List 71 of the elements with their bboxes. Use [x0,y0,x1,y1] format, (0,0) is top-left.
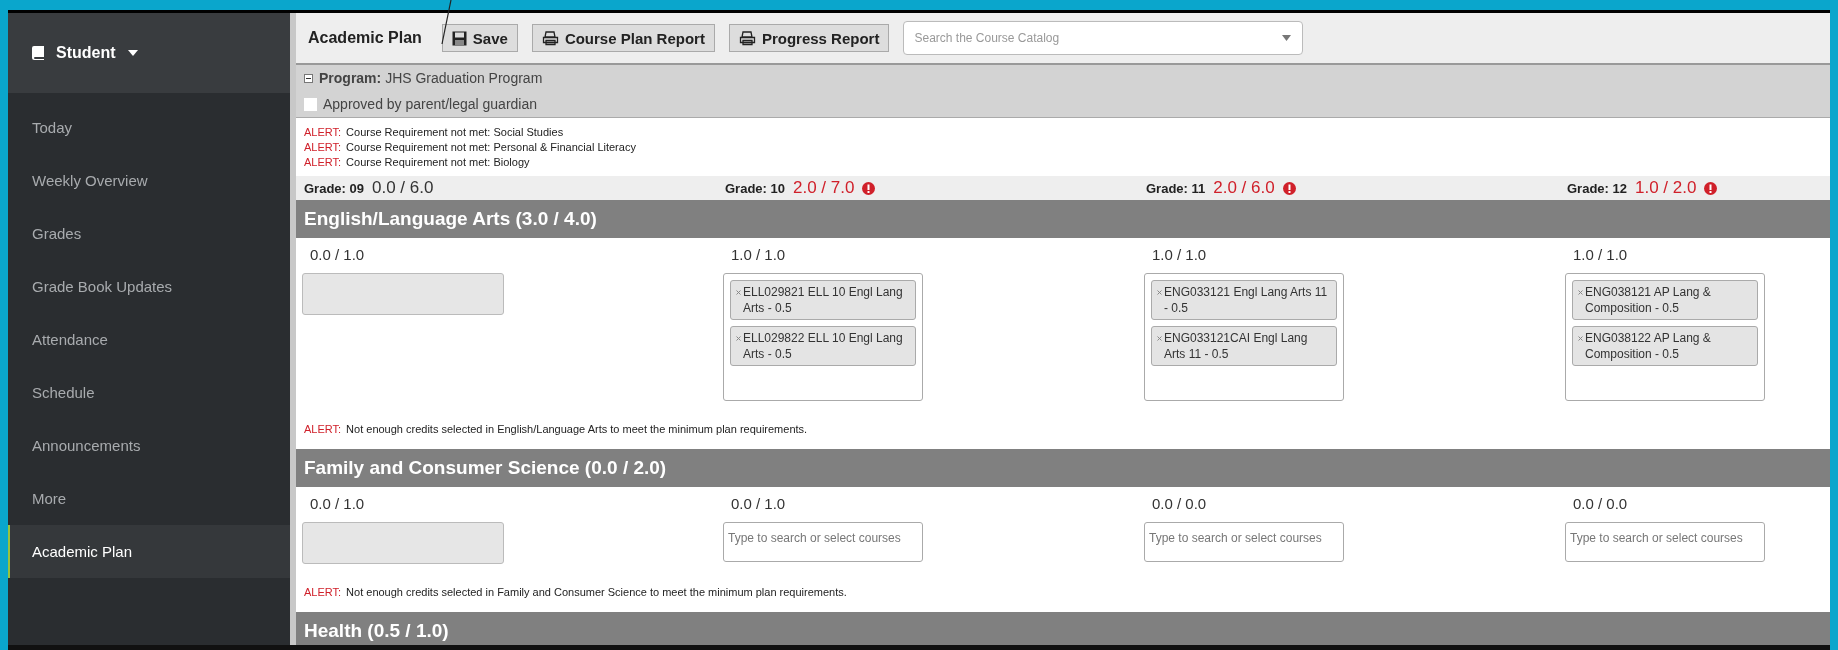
report-button[interactable]: Progress Report [728,24,890,52]
grade-label: Grade: 12 [1567,180,1627,196]
remove-icon[interactable] [736,336,741,341]
course-select-field[interactable]: ENG038121 AP Lang & Composition - 0.5 ENG038122 AP Lang & Composition - 0.5 [1565,273,1765,401]
checkbox[interactable] [304,97,317,111]
sidebar-item[interactable]: More [8,472,290,525]
sidebar-item[interactable]: Today [8,101,290,154]
section-header: Health (0.5 / 1.0) [296,612,1830,645]
section-header: English/Language Arts (3.0 / 4.0) [296,200,1830,238]
course-select-field[interactable]: ELL029821 ELL 10 Engl Lang Arts - 0.5 ELL029822 ELL 10 Engl Lang Arts - 0.5 [723,273,923,401]
sidebar-item[interactable]: Academic Plan [8,525,290,578]
approval-label: Approved by parent/legal guardian [323,96,538,112]
alert-message: ALERT: Course Requirement not met: Social Studies [304,126,565,138]
sidebar-item[interactable]: Grade Book Updates [8,260,290,313]
column-credits: 0.0 / 0.0 [1572,495,1629,512]
leader-line [440,0,452,45]
column-credits: 1.0 / 1.0 [730,246,787,263]
remove-icon[interactable] [1157,336,1162,341]
course-search-field[interactable]: Type to search or select courses [723,522,923,562]
sidebar-item[interactable]: Weekly Overview [8,154,290,207]
remove-icon[interactable] [736,290,741,295]
column-credits: 0.0 / 1.0 [309,246,366,263]
column-credits: 1.0 / 1.0 [1572,246,1629,263]
program-name: Program: JHS Graduation Program [319,70,543,86]
save-button[interactable]: Save [441,24,518,52]
sidebar-item[interactable]: Attendance [8,313,290,366]
course-select-field[interactable]: ENG033121 Engl Lang Arts 11 - 0.5 ENG033121CAI Engl Lang Arts 11 - 0.5 [1144,273,1344,401]
grade-label: Grade: 11 [1146,180,1206,196]
course-tag[interactable]: ELL029821 ELL 10 Engl Lang Arts - 0.5 [730,280,916,320]
grade-credits: 2.0 / 6.0 [1213,178,1275,198]
column-credits: 0.0 / 1.0 [730,495,787,512]
course-search-dropdown[interactable]: Search the Course Catalog [903,21,1304,55]
remove-icon[interactable] [1578,336,1583,341]
grade-credits: 2.0 / 7.0 [793,178,855,198]
sidebar-item[interactable]: Announcements [8,419,290,472]
remove-icon[interactable] [1157,290,1162,295]
column-credits: 0.0 / 1.0 [309,495,366,512]
warning-icon [1282,181,1296,195]
printer-icon [541,30,559,46]
course-tag[interactable]: ENG038121 AP Lang & Composition - 0.5 [1572,280,1758,320]
grade-label: Grade: 09 [304,180,364,196]
course-tag[interactable]: ENG033121 Engl Lang Arts 11 - 0.5 [1151,280,1337,320]
section-header: Family and Consumer Science (0.0 / 2.0) [296,449,1830,487]
grade-credits: 1.0 / 2.0 [1635,178,1697,198]
page-title: Academic Plan [308,29,422,47]
warning-icon [1704,181,1718,195]
column-credits: 0.0 / 0.0 [1151,495,1208,512]
course-tag[interactable]: ELL029822 ELL 10 Engl Lang Arts - 0.5 [730,326,916,366]
report-button[interactable]: Course Plan Report [531,24,715,52]
warning-icon [862,181,876,195]
dropdown-arrow-icon[interactable] [1282,35,1292,41]
alert-message: ALERT: Not enough credits selected in Family and Consumer Science to meet the minimum plan requirements. [303,585,848,600]
course-search-field[interactable]: Type to search or select courses [1144,522,1344,562]
book-icon [32,46,44,60]
sidebar-item[interactable]: Grades [8,207,290,260]
caret-icon [127,50,138,56]
grade-credits: 0.0 / 6.0 [372,178,434,198]
course-tag[interactable]: ENG033121CAI Engl Lang Arts 11 - 0.5 [1151,326,1337,366]
printer-icon [738,30,756,46]
alert-message: ALERT: Not enough credits selected in English/Language Arts to meet the minimum plan requirements. [303,422,809,437]
alert-message: ALERT: Course Requirement not met: Personal & Financial Literacy [304,141,637,153]
student-label: Student [56,44,116,62]
sidebar-item[interactable]: Schedule [8,366,290,419]
course-tag[interactable]: ENG038122 AP Lang & Composition - 0.5 [1572,326,1758,366]
remove-icon[interactable] [1578,290,1583,295]
column-credits: 1.0 / 1.0 [1151,246,1208,263]
alert-message: ALERT: Course Requirement not met: Biology [304,156,531,168]
course-search-field[interactable]: Type to search or select courses [1565,522,1765,562]
collapse-icon[interactable] [304,73,313,83]
student-menu[interactable]: Student [8,13,290,93]
grade-label: Grade: 10 [725,180,785,196]
